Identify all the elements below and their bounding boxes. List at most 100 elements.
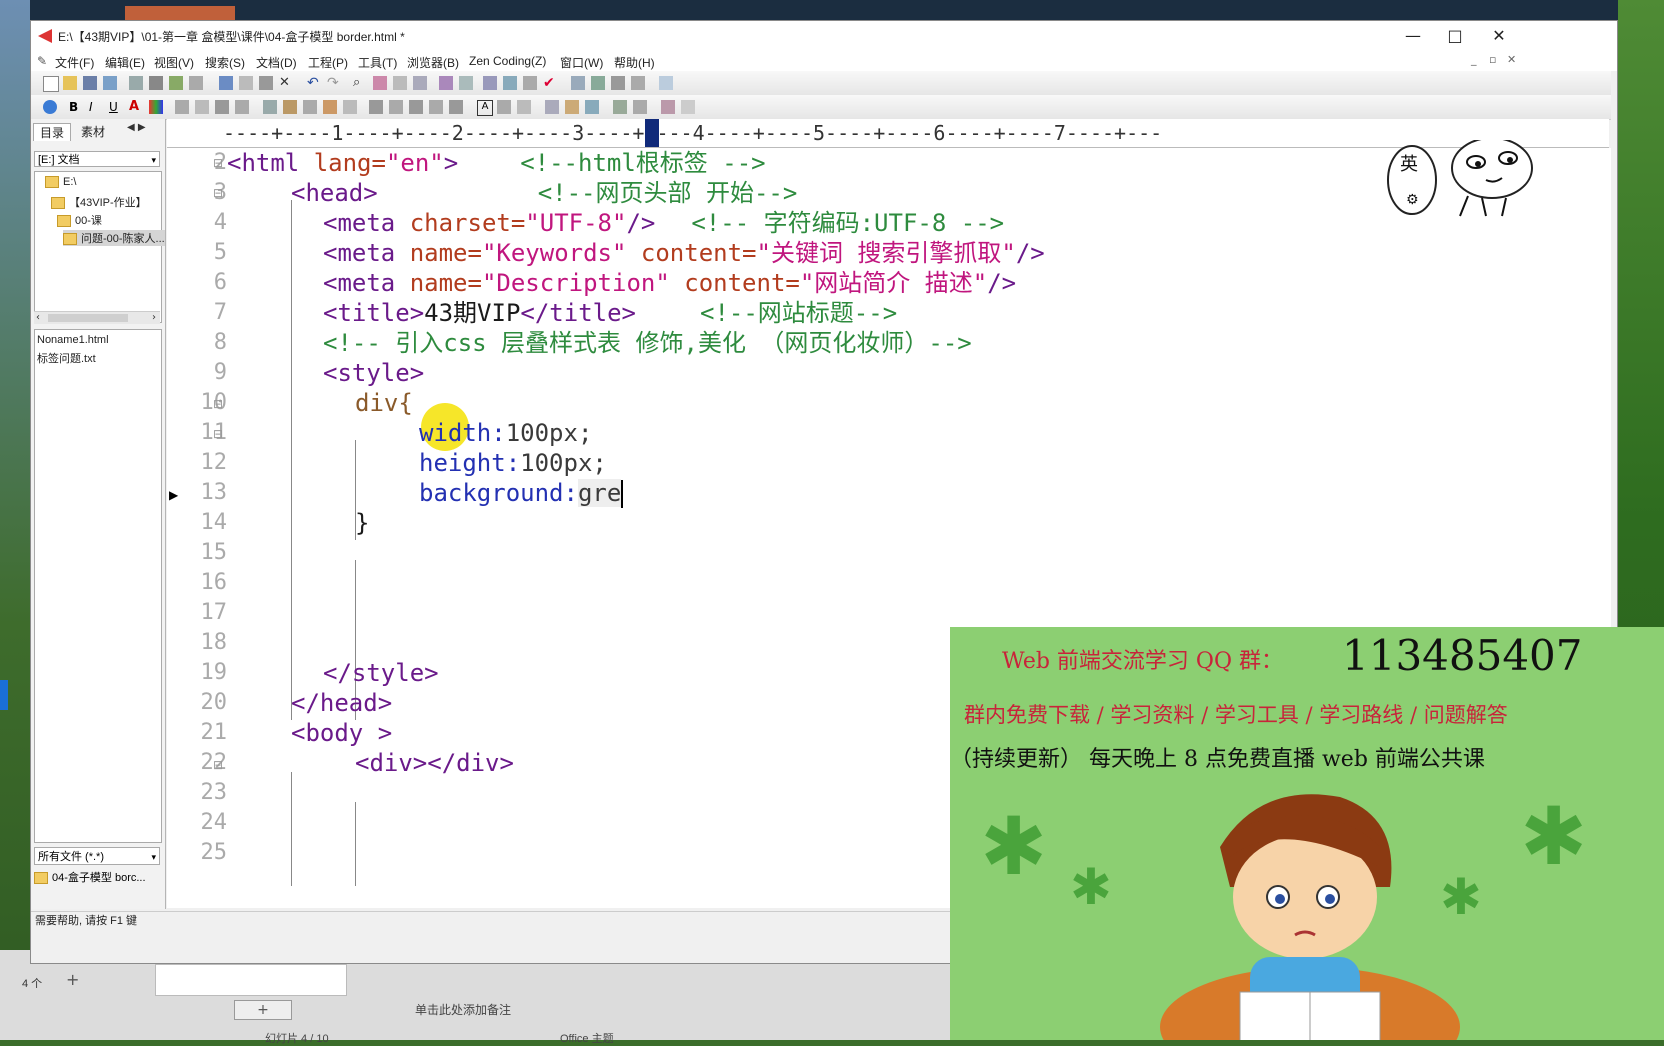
add-slide-button[interactable]: + [234,1000,292,1020]
sp-icon[interactable] [517,100,531,114]
cut-icon[interactable] [219,76,233,90]
undo-icon[interactable]: ↶ [307,76,321,90]
scrollbar-thumb[interactable] [48,314,128,322]
save-all-icon[interactable] [103,76,117,90]
goto-icon[interactable] [393,76,407,90]
tab-directory[interactable]: 目录 [33,123,72,141]
tree-item-selected[interactable]: 问题-00-陈家人... [63,230,165,246]
paste-icon[interactable] [259,76,273,90]
bullet-list-icon[interactable] [429,100,443,114]
heading-icon[interactable] [235,100,249,114]
reload-icon[interactable] [189,76,203,90]
new-file-icon[interactable] [43,76,59,92]
mdi-close-icon[interactable]: ✕ [1507,53,1516,66]
maximize-button[interactable]: □ [1435,23,1475,49]
menu-tools[interactable]: 工具(T) [358,54,397,71]
align-right-icon[interactable] [409,100,423,114]
hr-icon[interactable] [303,100,317,114]
fold-icon[interactable]: ⊟ [213,156,223,170]
align-left-icon[interactable] [369,100,383,114]
menu-file[interactable]: 文件(F) [55,54,94,71]
underline-icon[interactable]: U [109,100,123,114]
fold-icon[interactable]: ⊟ [213,427,223,441]
menu-project[interactable]: 工程(P) [308,54,348,71]
script-icon[interactable] [585,100,599,114]
find-icon[interactable]: ⌕ [353,76,367,90]
open-document-item[interactable]: 04-盒子模型 borc... [34,869,160,887]
form-icon[interactable] [565,100,579,114]
replace-icon[interactable] [373,76,387,90]
window-tile-icon[interactable] [591,76,605,90]
fullscreen-icon[interactable] [611,76,625,90]
menu-search[interactable]: 搜索(S) [205,54,245,71]
bold-icon[interactable]: B [69,100,83,114]
comment-icon[interactable] [343,100,357,114]
tab-material[interactable]: 素材 [81,123,105,140]
media-icon[interactable] [661,100,675,114]
numbered-list-icon[interactable] [449,100,463,114]
fold-icon[interactable]: ⊟ [213,397,223,411]
column-icon[interactable] [483,76,497,90]
frame-icon[interactable] [613,100,627,114]
spell-check-icon[interactable] [169,76,183,90]
font-color-icon[interactable]: A [129,100,143,114]
menu-window[interactable]: 窗口(W) [560,54,603,71]
mdi-minimize-icon[interactable]: _ [1471,53,1477,66]
delete-icon[interactable]: ✕ [279,76,293,90]
tab-scroll-arrows[interactable]: ◀ ▶ [127,122,146,133]
tree-horizontal-scrollbar[interactable]: ‹ › [34,311,160,324]
anchor-icon[interactable] [283,100,297,114]
tree-item[interactable]: 00-课 [57,212,102,228]
scroll-right-icon[interactable]: › [152,312,156,323]
file-item[interactable]: Noname1.html [37,334,109,346]
print-icon[interactable] [149,76,163,90]
tab-size-icon[interactable] [459,76,473,90]
abc-icon[interactable] [497,100,511,114]
help-icon[interactable] [659,76,673,90]
open-folder-icon[interactable] [63,76,77,90]
div-icon[interactable] [633,100,647,114]
image-icon[interactable] [263,100,277,114]
table-icon[interactable] [545,100,559,114]
menu-zen-coding[interactable]: Zen Coding(Z) [469,54,546,68]
background-app-tab[interactable] [125,6,235,20]
cascade-icon[interactable] [631,76,645,90]
notes-placeholder[interactable]: 单击此处添加备注 [415,1001,511,1018]
menu-browser[interactable]: 浏览器(B) [407,54,459,71]
tree-item[interactable]: E:\ [45,176,76,189]
menu-view[interactable]: 视图(V) [154,54,194,71]
pencil-icon[interactable] [323,100,337,114]
paragraph-icon[interactable] [215,100,229,114]
drive-select[interactable]: [E:] 文档 ▾ [34,151,160,167]
hex-icon[interactable] [523,76,537,90]
file-filter-select[interactable]: 所有文件 (*.*) ▾ [34,847,160,865]
file-item[interactable]: 标签问题.txt [37,350,96,366]
print-preview-icon[interactable] [129,76,143,90]
close-button[interactable]: ✕ [1479,23,1519,49]
br-icon[interactable] [195,100,209,114]
scroll-left-icon[interactable]: ‹ [36,312,40,323]
fold-icon[interactable]: ⊟ [213,186,223,200]
minimize-button[interactable]: — [1393,23,1433,49]
redo-icon[interactable]: ↷ [327,76,341,90]
menu-edit[interactable]: 编辑(E) [105,54,145,71]
align-center-icon[interactable] [389,100,403,114]
nbsp-icon[interactable] [175,100,189,114]
italic-icon[interactable]: I [89,100,103,114]
menu-document[interactable]: 文档(D) [256,54,297,71]
color-picker-icon[interactable] [149,100,163,114]
fold-icon[interactable]: ⊟ [213,758,223,772]
text-box-icon[interactable]: A [477,100,493,116]
tree-item[interactable]: 【43VIP-作业】 [51,194,147,210]
window-split-icon[interactable] [571,76,585,90]
globe-icon[interactable] [43,100,57,114]
save-icon[interactable] [83,76,97,90]
slide-thumbnail[interactable] [155,964,347,996]
copy-icon[interactable] [239,76,253,90]
menu-help[interactable]: 帮助(H) [614,54,655,71]
indent-icon[interactable] [413,76,427,90]
check-icon[interactable]: ✔ [543,76,557,90]
add-icon[interactable]: + [66,970,79,989]
list-icon[interactable] [503,76,517,90]
meta-icon[interactable] [681,100,695,114]
